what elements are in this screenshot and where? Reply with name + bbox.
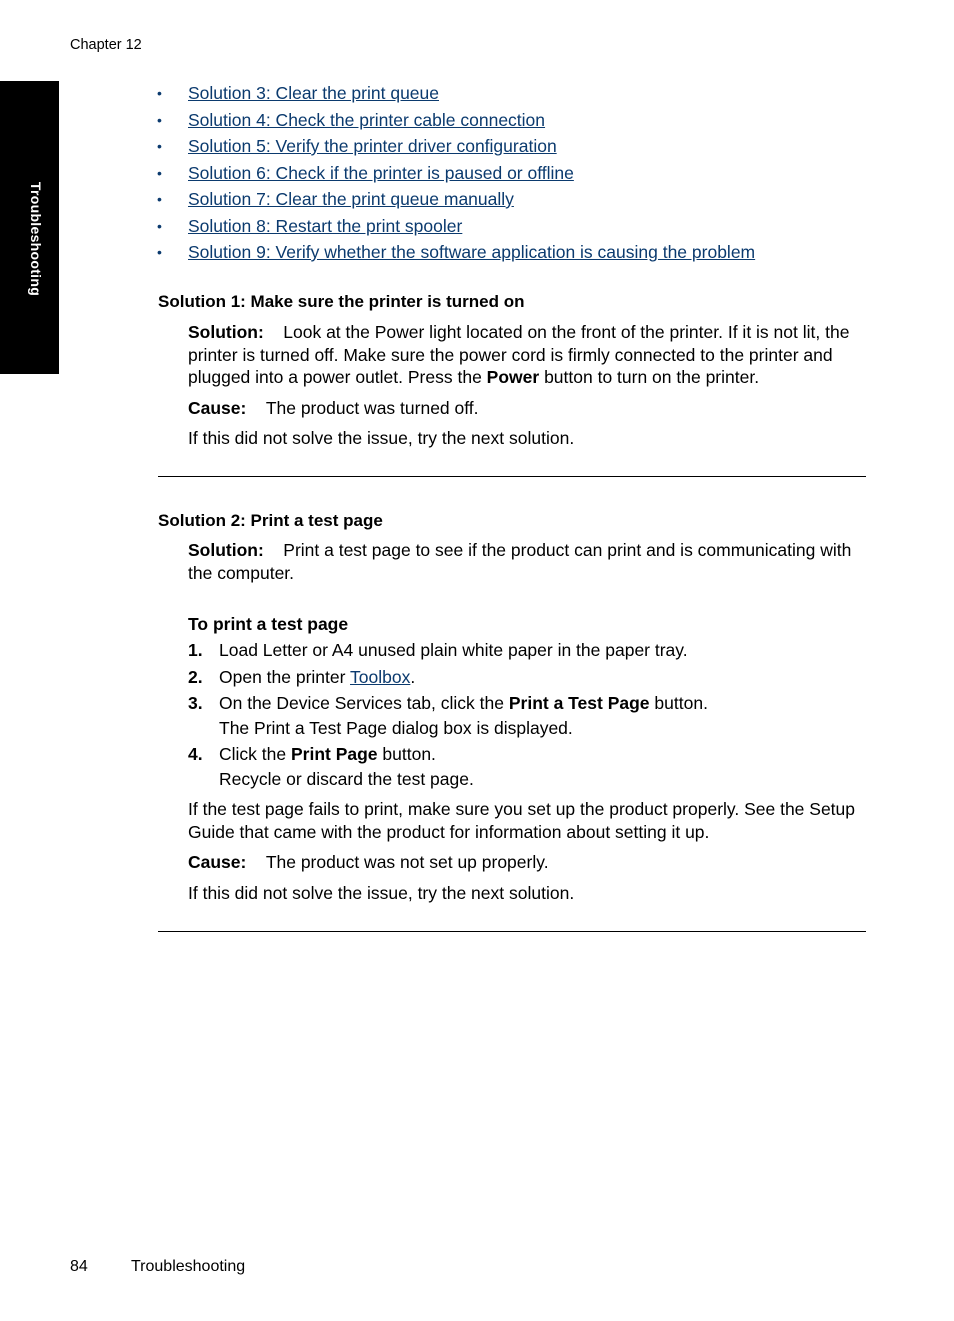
cause-label: Cause: <box>188 852 247 872</box>
solution-label: Solution: <box>188 540 264 560</box>
list-item: • Solution 7: Clear the print queue manua… <box>157 186 755 213</box>
link-solution-9[interactable]: Solution 9: Verify whether the software … <box>188 242 755 262</box>
list-item: • Solution 3: Clear the print queue <box>157 80 755 107</box>
solution-1-next: If this did not solve the issue, try the… <box>188 428 575 448</box>
bullet-icon: • <box>157 217 162 234</box>
solution-1-cause: Cause: The product was turned off. <box>188 398 479 418</box>
bullet-icon: • <box>157 244 162 260</box>
link-solution-8[interactable]: Solution 8: Restart the print spooler <box>188 216 462 236</box>
bullet-icon: • <box>157 85 162 101</box>
page-number: 84 <box>70 1258 88 1275</box>
link-solution-6[interactable]: Solution 6: Check if the printer is paus… <box>188 163 574 183</box>
solution-links-list: • Solution 3: Clear the print queue • Solu… <box>157 80 755 266</box>
link-solution-7[interactable]: Solution 7: Clear the print queue manual… <box>188 189 514 209</box>
link-solution-4[interactable]: Solution 4: Check the printer cable conn… <box>188 110 545 130</box>
procedure-heading: To print a test page <box>188 614 349 634</box>
step-3-result: The Print a Test Page dialog box is disp… <box>219 718 573 738</box>
solution-2-next: If this did not solve the issue, try the… <box>188 883 575 903</box>
list-item: • Solution 9: Verify whether the software… <box>157 239 755 266</box>
list-item: • Solution 4: Check the printer cable con… <box>157 107 755 134</box>
side-tab: Troubleshooting <box>0 81 59 374</box>
solution-2-note: If the test page fails to print, make su… <box>188 799 856 842</box>
solution-label: Solution: <box>188 322 264 342</box>
solution-2-text: Solution: Print a test page to see if th… <box>188 540 852 583</box>
solution-1-text: Solution: Look at the Power light locate… <box>188 322 850 388</box>
bullet-icon: • <box>157 111 162 128</box>
bullet-icon: • <box>157 138 162 154</box>
bullet-icon: • <box>157 164 162 181</box>
list-item: • Solution 6: Check if the printer is pau… <box>157 160 755 187</box>
footer-section: Troubleshooting <box>131 1258 246 1275</box>
solution-1-heading: Solution 1: Make sure the printer is tur… <box>158 292 525 311</box>
divider <box>158 931 866 932</box>
link-solution-3[interactable]: Solution 3: Clear the print queue <box>188 83 439 103</box>
toolbox-link[interactable]: Toolbox <box>350 667 410 687</box>
side-tab-label: Troubleshooting <box>28 181 44 297</box>
chapter-header: Chapter 12 <box>70 37 142 53</box>
step-4-result: Recycle or discard the test page. <box>219 769 474 789</box>
list-item: • Solution 8: Restart the print spooler <box>157 213 755 240</box>
solution-2-heading: Solution 2: Print a test page <box>158 511 383 530</box>
cause-label: Cause: <box>188 398 247 418</box>
bullet-icon: • <box>157 191 162 207</box>
solution-2-cause: Cause: The product was not set up proper… <box>188 852 549 872</box>
divider <box>158 476 866 477</box>
list-item: • Solution 5: Verify the printer driver c… <box>157 133 755 160</box>
link-solution-5[interactable]: Solution 5: Verify the printer driver co… <box>188 136 557 156</box>
